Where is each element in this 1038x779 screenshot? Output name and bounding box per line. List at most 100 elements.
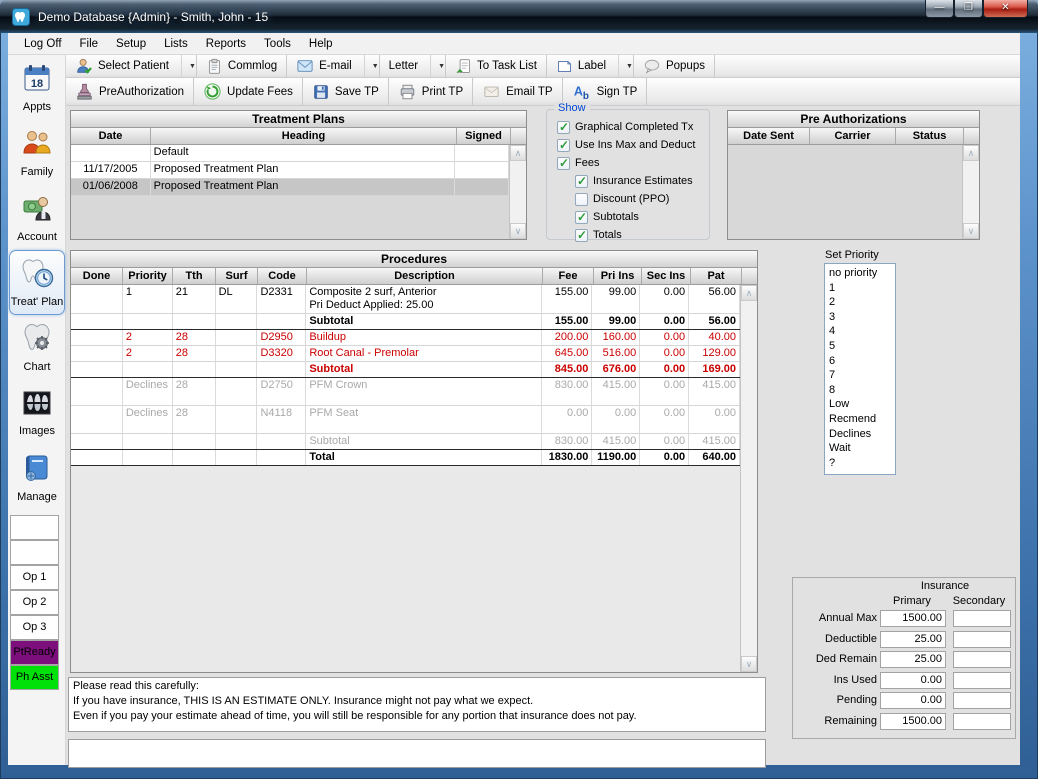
priority-option-6[interactable]: 6 [829, 354, 891, 369]
insurance-secondary-field-ins-used[interactable] [953, 672, 1011, 689]
checkbox-checked-icon[interactable] [575, 175, 588, 188]
commlog-button[interactable]: Commlog [197, 55, 286, 77]
checkbox-checked-icon[interactable] [557, 157, 570, 170]
insurance-secondary-field-remaining[interactable] [953, 713, 1011, 730]
checkbox-graphical-completed-tx[interactable]: Graphical Completed Tx [557, 118, 709, 136]
menu-item-log-off[interactable]: Log Off [15, 35, 71, 53]
checkbox-totals[interactable]: Totals [575, 226, 709, 244]
sidebar-module-account[interactable]: Account [8, 185, 66, 250]
op-cell-op-1[interactable]: Op 1 [10, 565, 59, 590]
minimize-button[interactable]: — [925, 0, 954, 18]
checkbox-checked-icon[interactable] [575, 211, 588, 224]
priority-option-8[interactable]: 8 [829, 383, 891, 398]
procedure-row[interactable]: 121DLD2331Composite 2 surf, AnteriorPri … [71, 285, 740, 314]
menu-item-tools[interactable]: Tools [255, 35, 300, 53]
insurance-primary-field-ded-remain[interactable]: 25.00 [880, 651, 946, 668]
op-cell-op-3[interactable]: Op 3 [10, 615, 59, 640]
checkbox-insurance-estimates[interactable]: Insurance Estimates [575, 172, 709, 190]
op-cell-op-2[interactable]: Op 2 [10, 590, 59, 615]
insurance-secondary-field-annual-max[interactable] [953, 610, 1011, 627]
priority-option-4[interactable]: 4 [829, 324, 891, 339]
treatment-plan-row[interactable]: 01/06/2008Proposed Treatment Plan [71, 179, 509, 196]
checkbox-subtotals[interactable]: Subtotals [575, 208, 709, 226]
label-button[interactable]: Label [547, 55, 615, 77]
procedure-row[interactable]: Declines28N4118PFM Seat0.000.000.000.00 [71, 406, 740, 434]
treatment-plan-row[interactable]: Default [71, 145, 509, 162]
scroll-down-icon[interactable]: ∨ [510, 223, 526, 239]
menu-item-help[interactable]: Help [300, 35, 342, 53]
priority-option-low[interactable]: Low [829, 397, 891, 412]
menu-item-file[interactable]: File [71, 35, 108, 53]
priority-option-no-priority[interactable]: no priority [829, 266, 891, 281]
dropdown-arrow-icon[interactable]: ▼ [430, 55, 445, 77]
to-task-list-button[interactable]: To Task List [446, 55, 546, 77]
set-priority-listbox[interactable]: no priority12345678LowRecmendDeclinesWai… [824, 263, 896, 475]
priority-option-2[interactable]: 2 [829, 295, 891, 310]
dropdown-arrow-icon[interactable]: ▼ [364, 55, 379, 77]
priority-option-recmend[interactable]: Recmend [829, 412, 891, 427]
checkbox-checked-icon[interactable] [557, 139, 570, 152]
insurance-secondary-field-pending[interactable] [953, 692, 1011, 709]
insurance-primary-field-remaining[interactable]: 1500.00 [880, 713, 946, 730]
bottom-note-box[interactable] [68, 739, 766, 768]
print-tp-button[interactable]: Print TP [389, 78, 472, 105]
scroll-up-icon[interactable]: ∧ [963, 145, 979, 161]
sidebar-module-images[interactable]: Images [8, 380, 66, 445]
popups-button[interactable]: Popups [634, 55, 714, 77]
sidebar-module-manage[interactable]: Manage [8, 445, 66, 510]
preauthorization-button[interactable]: PreAuthorization [66, 78, 193, 105]
menu-item-setup[interactable]: Setup [107, 35, 155, 53]
checkbox-discount-ppo[interactable]: Discount (PPO) [575, 190, 709, 208]
priority-option-7[interactable]: 7 [829, 368, 891, 383]
sidebar-module-appts[interactable]: 18Appts [8, 55, 66, 120]
checkbox-checked-icon[interactable] [575, 229, 588, 242]
insurance-primary-field-pending[interactable]: 0.00 [880, 692, 946, 709]
procedure-row[interactable]: 228D2950Buildup200.00160.000.0040.00 [71, 330, 740, 346]
maximize-button[interactable]: ❐ [954, 0, 983, 18]
insurance-primary-field-ins-used[interactable]: 0.00 [880, 672, 946, 689]
procedure-row[interactable]: 228D3320Root Canal - Premolar645.00516.0… [71, 346, 740, 362]
estimate-note-box[interactable]: Please read this carefully:If you have i… [68, 677, 766, 732]
insurance-primary-field-deductible[interactable]: 25.00 [880, 631, 946, 648]
pre-authorizations-scrollbar[interactable]: ∧ ∨ [962, 145, 979, 239]
priority-option-5[interactable]: 5 [829, 339, 891, 354]
checkbox-use-ins-max-and-deduct[interactable]: Use Ins Max and Deduct [557, 136, 709, 154]
priority-option-declines[interactable]: Declines [829, 427, 891, 442]
dropdown-arrow-icon[interactable]: ▼ [618, 55, 633, 77]
op-cell-empty[interactable] [10, 540, 59, 565]
scroll-down-icon[interactable]: ∨ [741, 656, 757, 672]
letter-button[interactable]: Letter [380, 55, 427, 77]
save-tp-button[interactable]: Save TP [303, 78, 388, 105]
procedure-row[interactable]: Declines28D2750PFM Crown830.00415.000.00… [71, 378, 740, 406]
sidebar-module-treat-plan[interactable]: Treat' Plan [9, 250, 65, 315]
insurance-secondary-field-deductible[interactable] [953, 631, 1011, 648]
e-mail-button[interactable]: E-mail [287, 55, 361, 77]
checkbox-fees[interactable]: Fees [557, 154, 709, 172]
procedures-scrollbar[interactable]: ∧ ∨ [740, 285, 757, 672]
op-cell-ptready[interactable]: PtReady [10, 640, 59, 665]
update-fees-button[interactable]: Update Fees [194, 78, 302, 105]
op-cell-ph-asst[interactable]: Ph Asst [10, 665, 59, 690]
sign-tp-button[interactable]: AbSign TP [563, 78, 647, 105]
scroll-up-icon[interactable]: ∧ [510, 145, 526, 161]
insurance-primary-field-annual-max[interactable]: 1500.00 [880, 610, 946, 627]
priority-option-[interactable]: ? [829, 456, 891, 471]
sidebar-module-chart[interactable]: Chart [8, 315, 66, 380]
menu-item-lists[interactable]: Lists [155, 35, 197, 53]
scroll-down-icon[interactable]: ∨ [963, 223, 979, 239]
checkbox-unchecked-icon[interactable] [575, 193, 588, 206]
treatment-plan-row[interactable]: 11/17/2005Proposed Treatment Plan [71, 162, 509, 179]
dropdown-arrow-icon[interactable]: ▼ [181, 55, 196, 77]
priority-option-3[interactable]: 3 [829, 310, 891, 325]
priority-option-1[interactable]: 1 [829, 281, 891, 296]
scroll-up-icon[interactable]: ∧ [741, 285, 757, 301]
checkbox-checked-icon[interactable] [557, 121, 570, 134]
insurance-secondary-field-ded-remain[interactable] [953, 651, 1011, 668]
treatment-plans-scrollbar[interactable]: ∧ ∨ [509, 145, 526, 239]
select-patient-button[interactable]: Select Patient [66, 55, 178, 77]
priority-option-wait[interactable]: Wait [829, 441, 891, 456]
titlebar[interactable]: Demo Database {Admin} - Smith, John - 15… [0, 0, 1038, 33]
sidebar-module-family[interactable]: Family [8, 120, 66, 185]
close-button[interactable]: ✕ [983, 0, 1028, 18]
email-tp-button[interactable]: Email TP [473, 78, 561, 105]
